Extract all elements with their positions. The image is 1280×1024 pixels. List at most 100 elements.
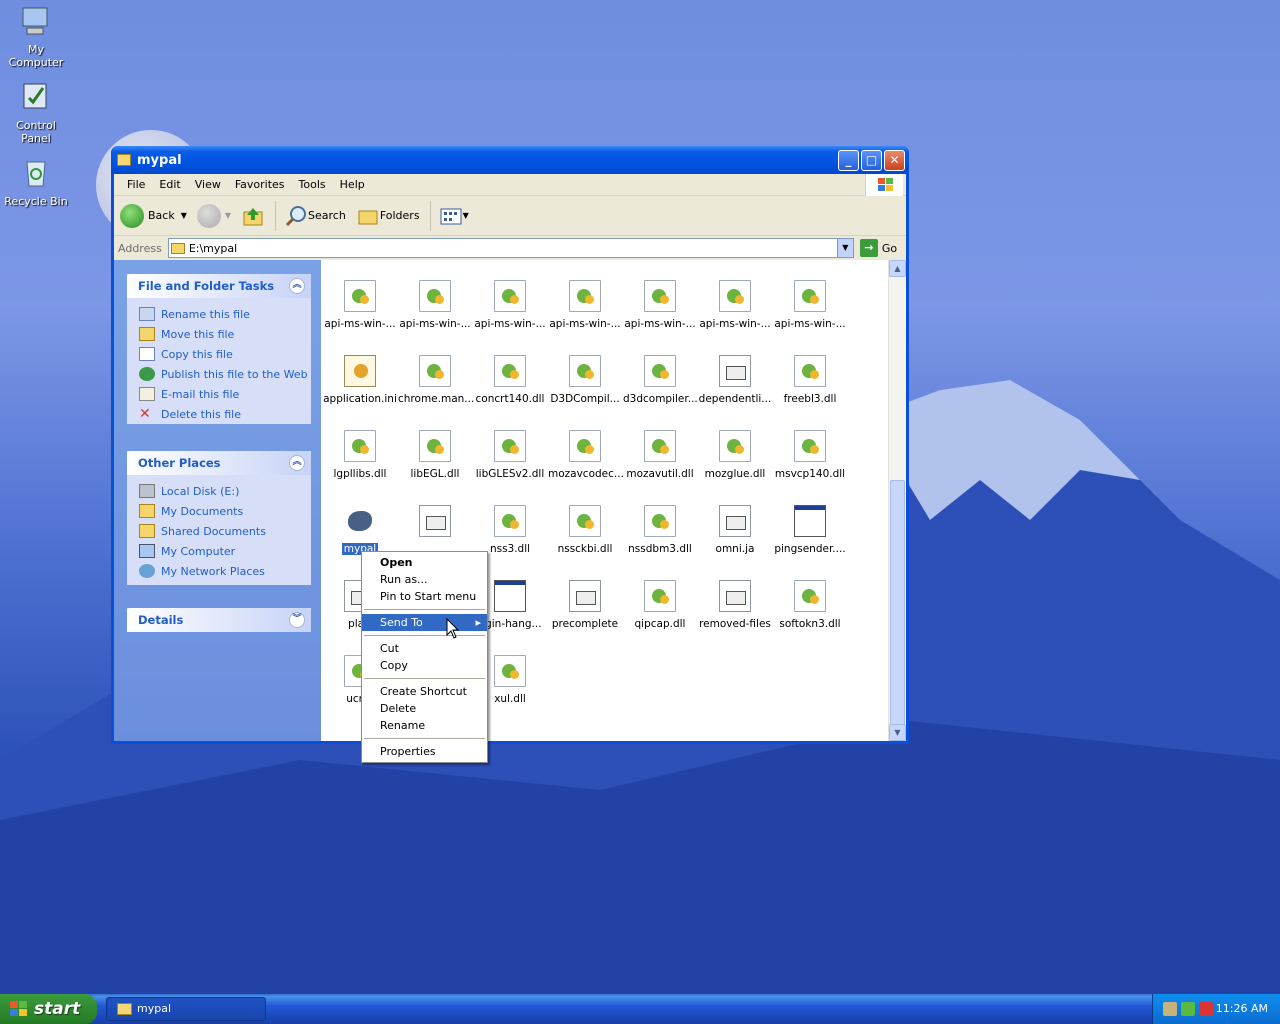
toolbar: Back ▼ ▼ Search Folders ▼ (114, 196, 906, 236)
panel-header[interactable]: File and Folder Tasks ︽ (127, 274, 311, 298)
task-copy[interactable]: Copy this file (127, 344, 311, 364)
title-bar[interactable]: mypal (111, 146, 909, 174)
vertical-scrollbar[interactable]: ▲ ▼ (888, 260, 906, 741)
close-button[interactable]: ✕ (884, 150, 905, 171)
taskbar-window-button[interactable]: mypal (106, 997, 266, 1021)
menu-open[interactable]: Open (362, 554, 487, 571)
desktop-icon-control-panel[interactable]: Control Panel (0, 80, 72, 145)
menu-cut[interactable]: Cut (362, 640, 487, 657)
file-item[interactable]: freebl3.dll (773, 355, 847, 405)
file-item[interactable]: d3dcompiler... (623, 355, 698, 405)
file-label: precomplete (551, 618, 619, 630)
go-arrow-icon: → (859, 239, 878, 257)
place-my-documents[interactable]: My Documents (127, 501, 311, 521)
file-item[interactable]: mypal (323, 505, 397, 555)
views-button[interactable]: ▼ (439, 206, 469, 226)
file-item[interactable]: api-ms-win-... (623, 280, 697, 330)
menu-pin-start[interactable]: Pin to Start menu (362, 588, 487, 605)
file-item[interactable]: dependentli... (698, 355, 772, 405)
start-button[interactable]: start (0, 994, 97, 1024)
file-item[interactable]: removed-files (698, 580, 772, 630)
file-item[interactable]: pingsender.... (773, 505, 847, 555)
menu-help[interactable]: Help (333, 178, 372, 191)
file-item[interactable]: omni.ja (698, 505, 772, 555)
menu-favorites[interactable]: Favorites (228, 178, 292, 191)
menu-rename[interactable]: Rename (362, 717, 487, 734)
file-item[interactable]: D3DCompil... (548, 355, 622, 405)
task-move[interactable]: Move this file (127, 324, 311, 344)
file-item[interactable]: application.ini (323, 355, 397, 405)
minimize-button[interactable]: _ (838, 150, 859, 171)
file-item[interactable]: softokn3.dll (773, 580, 847, 630)
up-folder-button[interactable] (241, 204, 265, 228)
menu-properties[interactable]: Properties (362, 743, 487, 760)
menu-edit[interactable]: Edit (152, 178, 187, 191)
task-rename[interactable]: Rename this file (127, 304, 311, 324)
file-item[interactable]: concrt140.dll (473, 355, 547, 405)
place-my-computer[interactable]: My Computer (127, 541, 311, 561)
place-local-disk[interactable]: Local Disk (E:) (127, 481, 311, 501)
desktop-icon-my-computer[interactable]: My Computer (0, 4, 72, 69)
expand-chevron-icon[interactable]: ︾ (289, 612, 305, 628)
scroll-up-button[interactable]: ▲ (889, 260, 906, 277)
menu-tools[interactable]: Tools (292, 178, 333, 191)
file-item[interactable]: nss3.dll (473, 505, 547, 555)
tray-app-icon[interactable] (1163, 1002, 1177, 1016)
dropdown-arrow-icon[interactable]: ▼ (181, 211, 187, 220)
tray-security-icon[interactable] (1199, 1002, 1213, 1016)
file-item[interactable]: nssdbm3.dll (623, 505, 697, 555)
file-item[interactable]: api-ms-win-... (323, 280, 397, 330)
maximize-button[interactable]: □ (861, 150, 882, 171)
dropdown-arrow-icon[interactable]: ▼ (225, 211, 231, 220)
address-bar: Address E:\mypal ▼ → Go (114, 236, 906, 260)
file-item[interactable]: mozglue.dll (698, 430, 772, 480)
address-dropdown-button[interactable]: ▼ (836, 239, 853, 257)
collapse-chevron-icon[interactable]: ︽ (289, 455, 305, 471)
panel-header[interactable]: Details ︾ (127, 608, 311, 632)
file-item[interactable] (398, 505, 472, 543)
task-publish[interactable]: Publish this file to the Web (127, 364, 311, 384)
folders-button[interactable]: Folders (356, 204, 420, 228)
desktop-icon-recycle-bin[interactable]: Recycle Bin (0, 156, 72, 208)
address-input[interactable]: E:\mypal ▼ (167, 238, 854, 258)
file-item[interactable]: precomplete (548, 580, 622, 630)
menu-run-as[interactable]: Run as... (362, 571, 487, 588)
menu-create-shortcut[interactable]: Create Shortcut (362, 683, 487, 700)
file-item[interactable]: api-ms-win-... (698, 280, 772, 330)
file-item[interactable]: libGLESv2.dll (473, 430, 547, 480)
file-item[interactable]: lgpllibs.dll (323, 430, 397, 480)
file-item[interactable]: mozavutil.dll (623, 430, 697, 480)
panel-header[interactable]: Other Places ︽ (127, 451, 311, 475)
task-label: Delete this file (161, 407, 241, 421)
menu-copy[interactable]: Copy (362, 657, 487, 674)
menu-delete[interactable]: Delete (362, 700, 487, 717)
menu-view[interactable]: View (188, 178, 228, 191)
scroll-down-button[interactable]: ▼ (889, 724, 906, 741)
go-button[interactable]: → Go (859, 239, 897, 257)
task-delete[interactable]: ✕ Delete this file (127, 404, 311, 424)
search-button[interactable]: Search (284, 204, 346, 228)
file-label: api-ms-win-... (399, 318, 471, 330)
file-item[interactable]: api-ms-win-... (773, 280, 847, 330)
file-item[interactable]: nssckbi.dll (548, 505, 622, 555)
menu-file[interactable]: File (120, 178, 152, 191)
forward-button[interactable]: ▼ (196, 203, 231, 228)
file-item[interactable]: qipcap.dll (623, 580, 697, 630)
collapse-chevron-icon[interactable]: ︽ (289, 278, 305, 294)
scroll-thumb[interactable] (890, 480, 905, 732)
task-email[interactable]: E-mail this file (127, 384, 311, 404)
place-shared-documents[interactable]: Shared Documents (127, 521, 311, 541)
file-item[interactable]: mozavcodec... (548, 430, 624, 480)
tray-network-icon[interactable] (1181, 1002, 1195, 1016)
file-item[interactable]: api-ms-win-... (548, 280, 622, 330)
file-item[interactable]: api-ms-win-... (473, 280, 547, 330)
file-item[interactable]: chrome.man... (398, 355, 474, 405)
file-item[interactable]: libEGL.dll (398, 430, 472, 480)
menu-send-to[interactable]: Send To (362, 614, 487, 631)
place-network[interactable]: My Network Places (127, 561, 311, 581)
file-item[interactable]: msvcp140.dll (773, 430, 847, 480)
dll-file-icon (419, 280, 451, 312)
file-item[interactable]: api-ms-win-... (398, 280, 472, 330)
file-label: msvcp140.dll (774, 468, 846, 480)
back-button[interactable]: Back ▼ (120, 203, 187, 228)
